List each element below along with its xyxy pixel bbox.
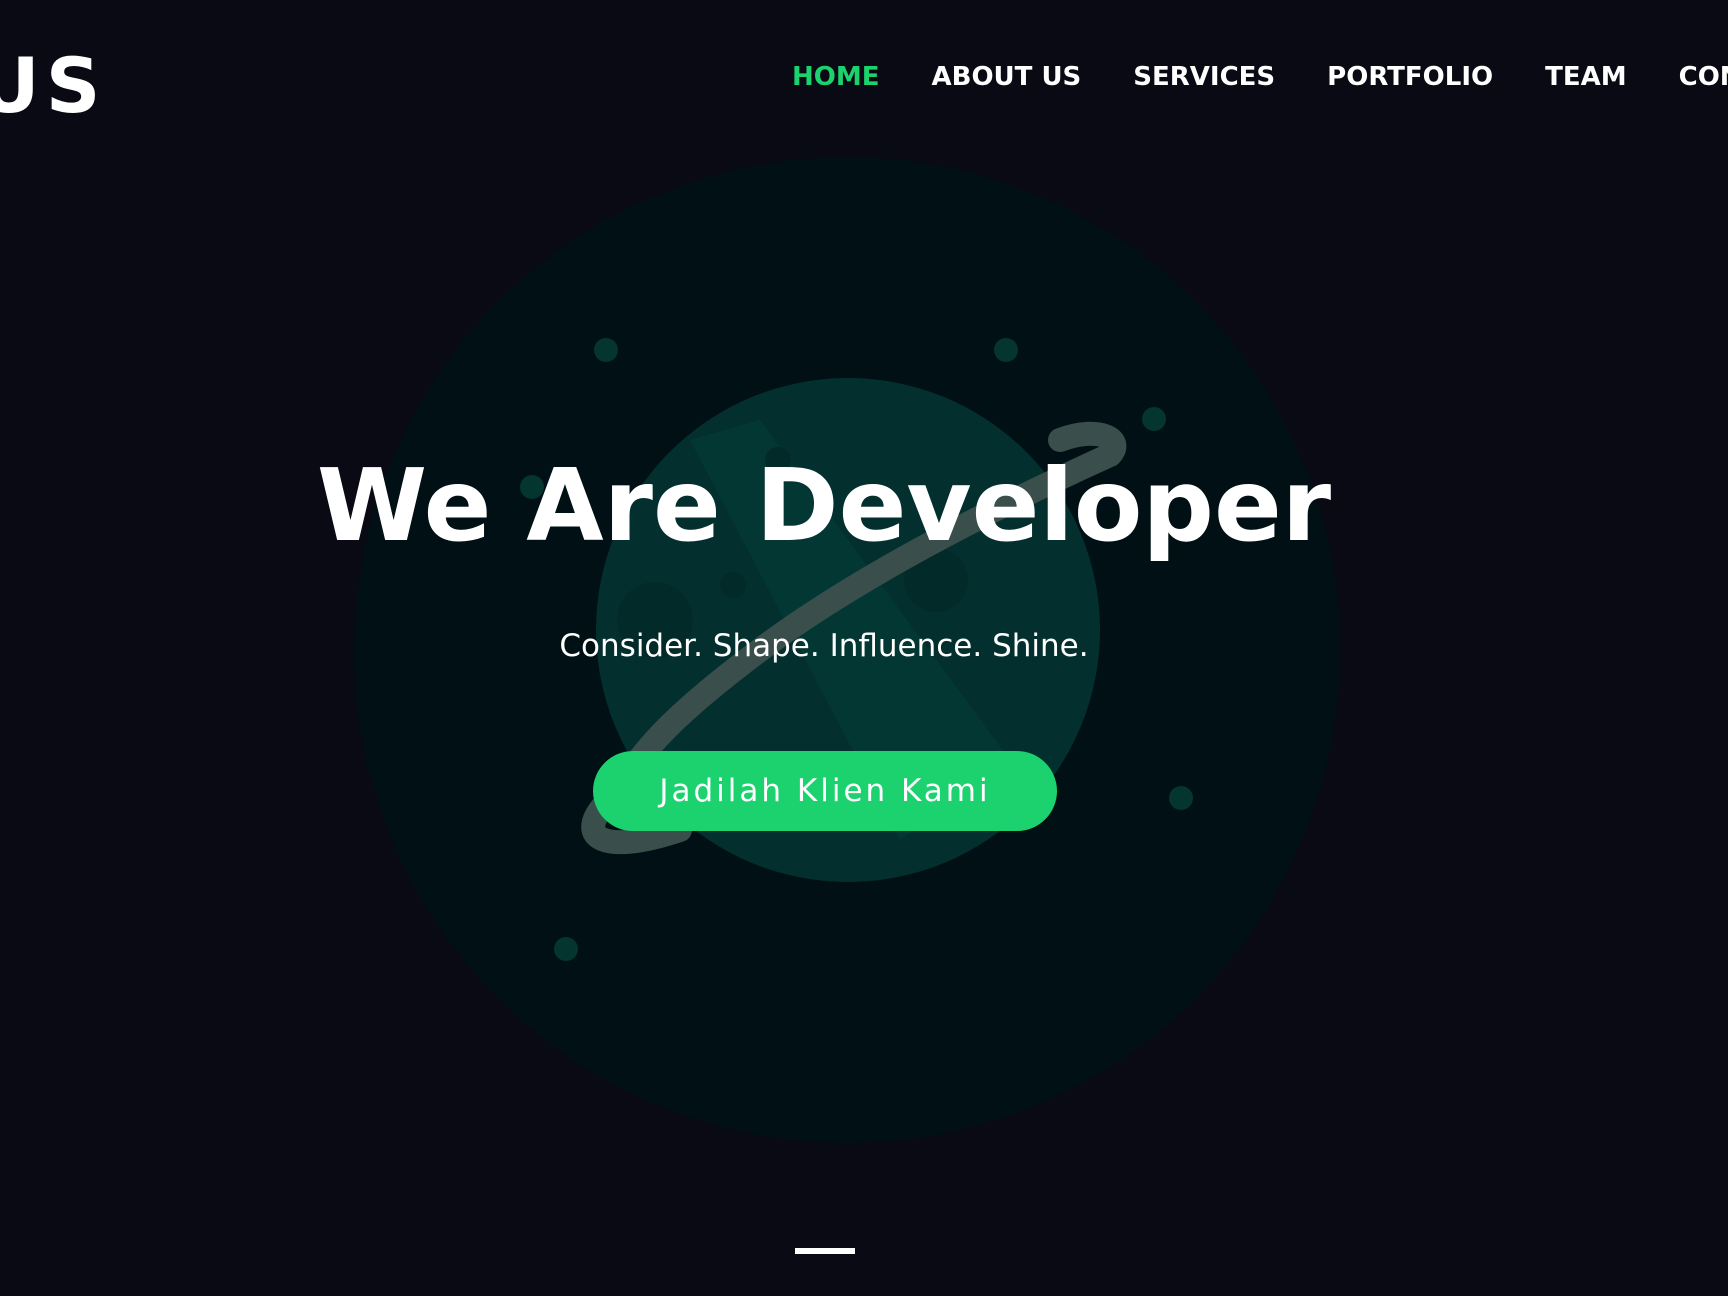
landing-page: US HOME ABOUT US SERVICES PORTFOLIO TEAM…: [0, 0, 1728, 1296]
star-dot: [994, 338, 1018, 362]
nav-item-services[interactable]: SERVICES: [1133, 60, 1275, 94]
nav-item-home[interactable]: HOME: [792, 60, 880, 94]
star-dot: [594, 338, 618, 362]
hero-subtitle: Consider. Shape. Influence. Shine.: [559, 628, 1089, 664]
star-dot: [554, 937, 578, 961]
brand-logo[interactable]: US: [0, 44, 106, 128]
main-nav: HOME ABOUT US SERVICES PORTFOLIO TEAM CO…: [792, 60, 1728, 94]
star-dot: [1142, 407, 1166, 431]
nav-item-team[interactable]: TEAM: [1545, 60, 1627, 94]
hero-title: We Are Developer: [316, 447, 1332, 564]
nav-item-about-us[interactable]: ABOUT US: [932, 60, 1082, 94]
star-dot: [1169, 786, 1193, 810]
scroll-down-indicator[interactable]: [795, 1248, 855, 1254]
nav-item-contact[interactable]: CONT: [1679, 60, 1728, 94]
become-client-button[interactable]: Jadilah Klien Kami: [593, 751, 1057, 831]
nav-item-portfolio[interactable]: PORTFOLIO: [1327, 60, 1493, 94]
crater: [720, 572, 746, 598]
